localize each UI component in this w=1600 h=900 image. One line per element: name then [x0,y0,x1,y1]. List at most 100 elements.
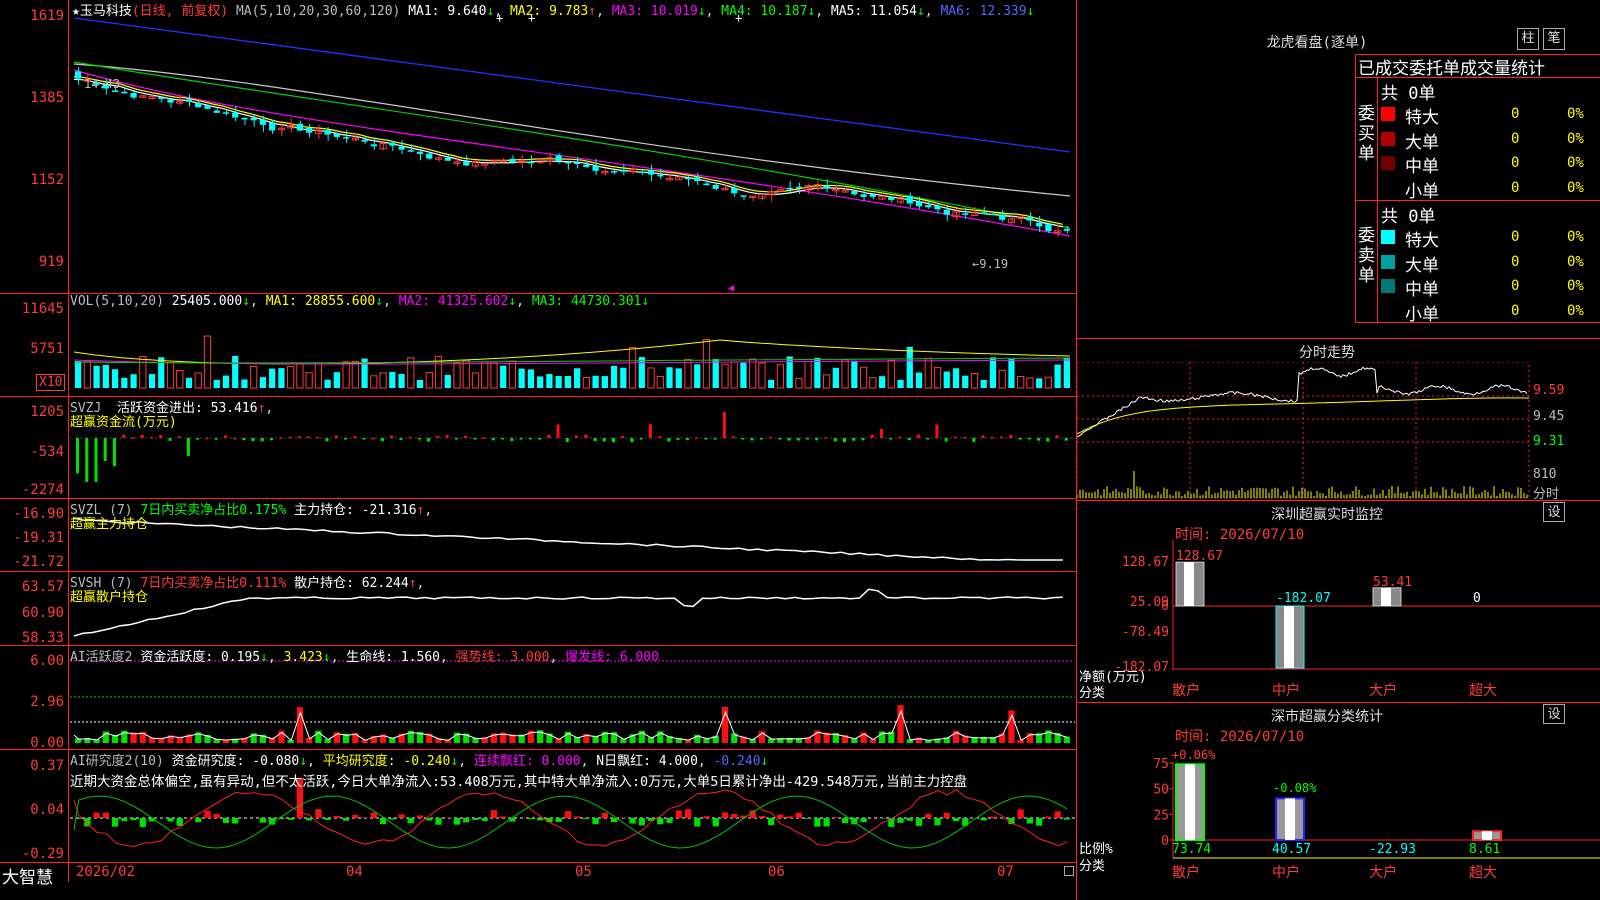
ai-research-bar [814,818,821,827]
svzj-bar [648,424,652,438]
candle-body [694,177,701,182]
svzj-bar [1037,438,1041,441]
svzj-bar [464,435,468,438]
svzj-bar [399,438,403,441]
tick-mode-button[interactable]: 笔 [1543,28,1565,50]
svzj-bar [879,428,883,438]
order-row: 小单 0 0% [1381,177,1600,202]
svsh-sub: 超赢散户持仓 [70,590,149,605]
sz-class-chart[interactable]: 75 50 25 073.74 散户 40.57 中户 -22.93 大户 8.61 超大 +0.06… [1077,742,1600,900]
candle-body [75,71,82,79]
volume-bar [130,374,137,388]
volume-bar [278,368,285,388]
class-delta-label: -0.08% [1273,781,1317,795]
bar-mode-button[interactable]: 柱 [1517,28,1539,50]
intraday-price-line [1077,366,1528,438]
svsh-axis-label: 63.57 [21,579,64,595]
volume-bar [980,379,987,388]
brand-logo[interactable]: 大智慧 [2,863,53,888]
order-row: 中单 0 0% [1381,275,1600,300]
color-swatch [1381,131,1395,146]
candle-body [222,112,230,114]
ai-research-bar [1036,818,1043,826]
volume-bar [601,376,608,388]
candle-body [943,209,950,215]
ai-research-bar [102,812,109,818]
volume-bar [121,377,128,388]
volume-bar [314,363,322,389]
volume-bar [222,375,230,388]
order-row: 大单 0 0% [1381,128,1600,153]
sz-monitor-chart[interactable]: 128.6725.09-78.49-182.070128.67散户-182.07… [1077,540,1600,702]
svzj-bar [131,437,135,439]
candle-body [453,161,461,164]
svzj-bar [667,438,671,442]
candle-body [638,171,645,173]
order-pct: 0% [1567,229,1584,245]
volume-bar [638,357,645,388]
sz-class-settings-button[interactable]: 设 [1543,704,1565,724]
main-header: ★玉马科技(日线, 前复权) MA(5,10,20,30,60,120) MA1… [72,4,1035,19]
svzj-bar [408,436,412,439]
svzj-bar [861,438,865,441]
candle-body [232,112,239,118]
candle-body [888,197,895,200]
candle-body [195,103,202,108]
monitor-value-label: 128.67 [1176,549,1223,564]
svzj-bar [907,438,911,441]
volume-bar [1054,364,1061,388]
order-name: 中单 [1405,280,1439,300]
favorite-star-icon[interactable]: ★ [72,4,80,19]
order-count: 0 [1511,130,1520,147]
svzj-bar [205,437,209,440]
lock-icon[interactable] [1064,866,1074,876]
order-name: 中单 [1405,157,1439,177]
svsh-axis-label: 58.33 [21,630,64,646]
svzj-bar [186,438,190,456]
sz-monitor-settings-button[interactable]: 设 [1543,502,1565,522]
vol-ma2-line [73,359,1071,365]
sz-monitor-title: 深圳超赢实时监控 [1271,507,1383,523]
volume-bar [462,359,470,389]
svzj-axis-label: 1205 [30,404,64,420]
candle-body [703,183,710,186]
volume-bar [943,371,950,388]
svzj-bar [510,438,514,442]
svzj-bar [85,438,89,483]
svzj-bar [149,436,153,439]
high-annotation: 14.43 [84,77,121,91]
ai-research-bar [1045,816,1052,818]
volume-bar [83,360,91,389]
volume-bar [702,339,711,389]
order-name: 大单 [1405,132,1439,153]
intraday-chart[interactable] [1077,362,1600,500]
ai-research-bar [481,818,488,822]
candle-body [999,215,1006,220]
volume-bar [194,372,202,389]
svzj-bar [140,434,144,438]
ai-active [70,660,1075,743]
volume-bar [241,379,248,388]
ai-research-bar [426,818,433,821]
svzj-bar [676,438,680,440]
svzj-bar [870,434,874,438]
candle-body [915,201,923,207]
volume-bar [287,365,295,389]
ma3-line [73,69,1071,237]
color-swatch [1381,230,1395,244]
svzl-axis-label: -16.90 [13,506,64,522]
ai-research-bar [925,813,932,818]
svsh-axis-label: 60.90 [21,605,64,621]
svzj-bar [963,437,967,439]
candle-body [185,99,193,102]
svzj-bar [584,434,588,438]
volume-bar [166,362,175,389]
volume-bar [592,375,599,388]
intraday-axis-label: 9.59 [1533,383,1565,398]
ai-research-bar [435,818,442,825]
stock-name[interactable]: 玉马科技 [80,4,132,19]
svzj-bar [233,437,237,440]
svzl-sub: 超赢主力持仓 [70,517,149,532]
volume-bar [666,367,673,388]
svzj-bar [722,412,726,438]
